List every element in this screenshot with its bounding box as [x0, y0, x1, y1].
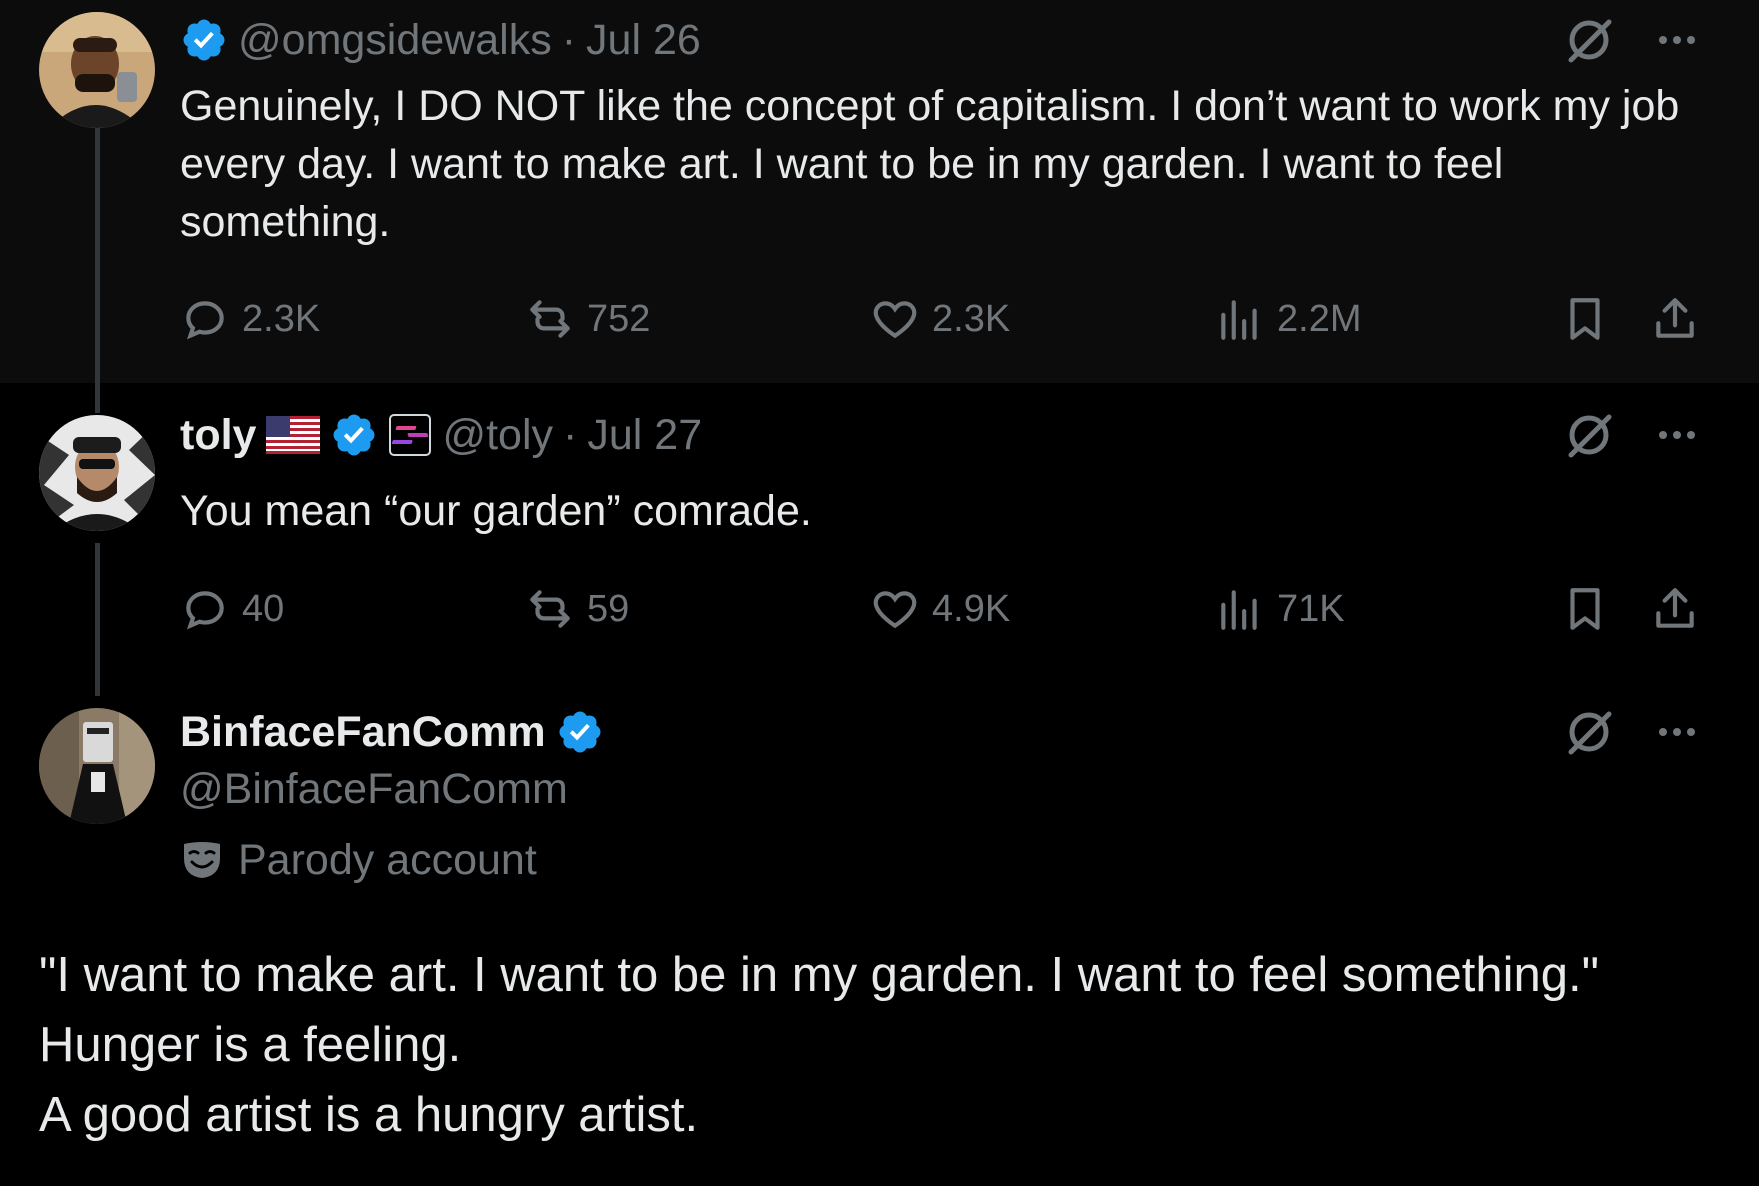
parody-mask-icon	[184, 842, 220, 878]
tweet-binfacefancomm[interactable]: BinfaceFanComm @BinfaceFanComm Parody ac…	[0, 696, 1759, 1186]
more-icon[interactable]	[1655, 413, 1699, 457]
like-count: 4.9K	[932, 587, 1011, 630]
share-button[interactable]	[1650, 581, 1712, 637]
more-icon[interactable]	[1655, 18, 1699, 62]
verified-icon	[183, 19, 225, 61]
views-count: 71K	[1277, 587, 1345, 630]
tweet-omgsidewalks[interactable]: @omgsidewalks · Jul 26 Genuinely, I DO N…	[0, 0, 1759, 383]
tweet-text: Genuinely, I DO NOT like the concept of …	[180, 82, 1680, 246]
reply-button[interactable]: 40	[180, 581, 284, 637]
repost-count: 59	[587, 587, 630, 630]
views-icon	[1221, 590, 1257, 630]
tweet-actions: 40 59 4.9K 71K	[180, 581, 1700, 637]
reply-count: 40	[242, 587, 285, 630]
tweet-handle-row: @BinfaceFanComm	[180, 763, 578, 815]
tweet-text-line: Hunger is a feeling.	[39, 1018, 462, 1072]
tweet-top-actions	[1563, 706, 1699, 758]
reply-icon	[186, 591, 224, 630]
like-icon	[873, 591, 917, 629]
reply-icon	[186, 301, 224, 340]
thread-line	[95, 543, 100, 696]
tweet-date[interactable]: Jul 26	[586, 16, 701, 65]
more-icon[interactable]	[1655, 710, 1699, 754]
tweet-handle[interactable]: @omgsidewalks	[238, 16, 552, 65]
tweet-top-actions	[1563, 14, 1699, 66]
tweet-actions: 2.3K 752 2.3K 2.2M	[180, 291, 1700, 347]
parody-label-text: Parody account	[238, 835, 537, 884]
parody-label: Parody account	[180, 834, 547, 886]
like-button[interactable]: 2.3K	[870, 291, 1010, 347]
share-button[interactable]	[1650, 291, 1712, 347]
grok-icon[interactable]	[1563, 409, 1615, 461]
tweet-header: toly @toly · Jul 27	[180, 409, 712, 461]
avatar-omgsidewalks[interactable]	[39, 12, 155, 128]
tweet-text: You mean “our garden” comrade.	[180, 487, 812, 535]
repost-count: 752	[587, 297, 651, 340]
reply-count: 2.3K	[242, 297, 321, 340]
grok-icon[interactable]	[1563, 14, 1615, 66]
reply-button[interactable]: 2.3K	[180, 291, 320, 347]
bookmark-button[interactable]	[1560, 581, 1622, 637]
thread-line	[95, 383, 100, 413]
like-button[interactable]: 4.9K	[870, 581, 1010, 637]
tweet-top-actions	[1563, 409, 1699, 461]
separator: ·	[563, 410, 578, 459]
flag-icon	[266, 416, 321, 454]
tweet-text: "I want to make art. I want to be in my …	[39, 940, 1729, 1150]
grok-icon[interactable]	[1563, 706, 1615, 758]
repost-icon	[530, 590, 570, 628]
bookmark-button[interactable]	[1560, 291, 1622, 347]
display-name[interactable]: BinfaceFanComm	[180, 708, 546, 757]
bookmark-icon	[1570, 588, 1600, 630]
views-button[interactable]: 2.2M	[1215, 291, 1361, 347]
views-icon	[1221, 300, 1257, 340]
thread-line	[95, 128, 100, 383]
tweet-text-line: "I want to make art. I want to be in my …	[39, 948, 1600, 1002]
tweet-handle[interactable]: @BinfaceFanComm	[180, 765, 568, 814]
bookmark-icon	[1570, 298, 1600, 340]
tweet-toly[interactable]: toly @toly · Jul 27 You mean “our garden…	[0, 383, 1759, 696]
avatar-binfacefancomm[interactable]	[39, 708, 155, 824]
avatar-toly[interactable]	[39, 415, 155, 531]
repost-button[interactable]: 752	[525, 291, 650, 347]
tweet-date[interactable]: Jul 27	[587, 411, 702, 460]
separator: ·	[561, 15, 577, 64]
share-icon	[1656, 588, 1694, 628]
like-icon	[873, 301, 917, 339]
verified-icon	[559, 711, 601, 753]
affiliate-badge-icon[interactable]	[388, 413, 432, 457]
views-button[interactable]: 71K	[1215, 581, 1345, 637]
share-icon	[1656, 298, 1694, 338]
tweet-handle[interactable]: @toly	[442, 411, 553, 460]
tweet-header: BinfaceFanComm	[180, 706, 614, 758]
like-count: 2.3K	[932, 297, 1011, 340]
repost-icon	[530, 300, 570, 338]
tweet-header: @omgsidewalks · Jul 26	[180, 14, 711, 66]
views-count: 2.2M	[1277, 297, 1362, 340]
verified-icon	[333, 414, 375, 456]
tweet-text-line: A good artist is a hungry artist.	[39, 1088, 699, 1142]
display-name[interactable]: toly	[180, 411, 256, 460]
repost-button[interactable]: 59	[525, 581, 629, 637]
